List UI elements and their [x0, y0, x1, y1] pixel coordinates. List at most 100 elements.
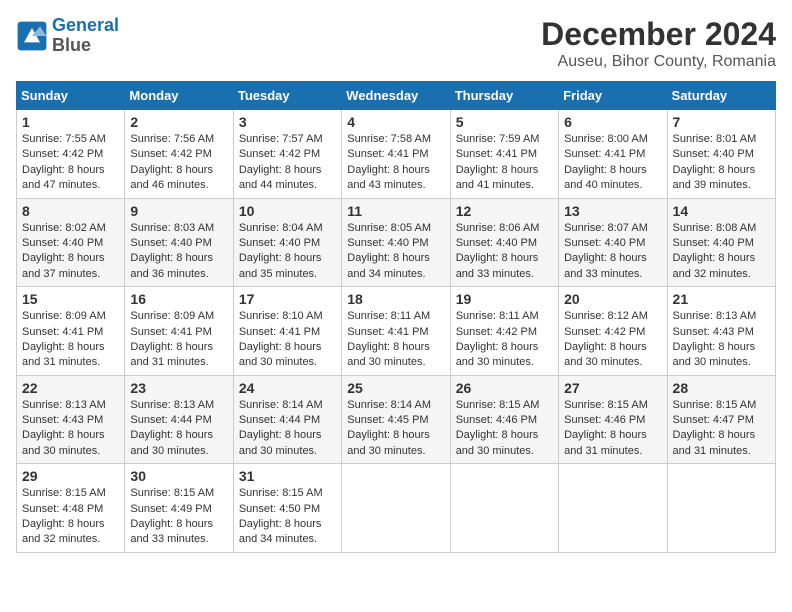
daylight-text: Daylight: 8 hours and 30 minutes. [130, 429, 213, 456]
sunrise-text: Sunrise: 8:01 AM [673, 133, 757, 145]
sunset-text: Sunset: 4:41 PM [456, 148, 537, 160]
day-info: Sunrise: 8:15 AM Sunset: 4:49 PM Dayligh… [130, 486, 227, 548]
sunrise-text: Sunrise: 8:13 AM [130, 399, 214, 411]
sunrise-text: Sunrise: 8:02 AM [22, 222, 106, 234]
sunrise-text: Sunrise: 8:11 AM [456, 310, 539, 322]
weekday-header: Saturday [667, 82, 775, 110]
day-info: Sunrise: 8:13 AM Sunset: 4:44 PM Dayligh… [130, 398, 227, 460]
empty-day-cell [342, 464, 450, 553]
sunset-text: Sunset: 4:48 PM [22, 503, 103, 515]
day-cell: 2 Sunrise: 7:56 AM Sunset: 4:42 PM Dayli… [125, 110, 233, 199]
day-number: 13 [564, 203, 661, 219]
day-number: 16 [130, 291, 227, 307]
day-number: 27 [564, 380, 661, 396]
day-info: Sunrise: 8:15 AM Sunset: 4:46 PM Dayligh… [564, 398, 661, 460]
day-number: 22 [22, 380, 119, 396]
calendar-header-row: SundayMondayTuesdayWednesdayThursdayFrid… [17, 82, 776, 110]
day-cell: 15 Sunrise: 8:09 AM Sunset: 4:41 PM Dayl… [17, 287, 125, 376]
day-cell: 10 Sunrise: 8:04 AM Sunset: 4:40 PM Dayl… [233, 198, 341, 287]
day-cell: 21 Sunrise: 8:13 AM Sunset: 4:43 PM Dayl… [667, 287, 775, 376]
sunset-text: Sunset: 4:40 PM [130, 237, 211, 249]
day-info: Sunrise: 8:00 AM Sunset: 4:41 PM Dayligh… [564, 132, 661, 194]
sunrise-text: Sunrise: 8:10 AM [239, 310, 323, 322]
day-cell: 13 Sunrise: 8:07 AM Sunset: 4:40 PM Dayl… [559, 198, 667, 287]
sunrise-text: Sunrise: 8:06 AM [456, 222, 540, 234]
daylight-text: Daylight: 8 hours and 30 minutes. [456, 429, 539, 456]
daylight-text: Daylight: 8 hours and 31 minutes. [564, 429, 647, 456]
day-number: 20 [564, 291, 661, 307]
daylight-text: Daylight: 8 hours and 33 minutes. [564, 252, 647, 279]
day-number: 29 [22, 468, 119, 484]
sunrise-text: Sunrise: 8:14 AM [347, 399, 431, 411]
day-number: 23 [130, 380, 227, 396]
sunrise-text: Sunrise: 8:15 AM [564, 399, 648, 411]
sunset-text: Sunset: 4:47 PM [673, 414, 754, 426]
day-info: Sunrise: 7:55 AM Sunset: 4:42 PM Dayligh… [22, 132, 119, 194]
sunset-text: Sunset: 4:46 PM [564, 414, 645, 426]
day-info: Sunrise: 7:58 AM Sunset: 4:41 PM Dayligh… [347, 132, 444, 194]
day-info: Sunrise: 8:13 AM Sunset: 4:43 PM Dayligh… [673, 309, 770, 371]
sunrise-text: Sunrise: 7:55 AM [22, 133, 106, 145]
day-info: Sunrise: 8:15 AM Sunset: 4:50 PM Dayligh… [239, 486, 336, 548]
daylight-text: Daylight: 8 hours and 31 minutes. [22, 341, 105, 368]
daylight-text: Daylight: 8 hours and 30 minutes. [239, 341, 322, 368]
day-info: Sunrise: 8:14 AM Sunset: 4:44 PM Dayligh… [239, 398, 336, 460]
day-cell: 31 Sunrise: 8:15 AM Sunset: 4:50 PM Dayl… [233, 464, 341, 553]
sunset-text: Sunset: 4:40 PM [673, 237, 754, 249]
day-info: Sunrise: 8:14 AM Sunset: 4:45 PM Dayligh… [347, 398, 444, 460]
calendar-week-row: 22 Sunrise: 8:13 AM Sunset: 4:43 PM Dayl… [17, 375, 776, 464]
day-number: 30 [130, 468, 227, 484]
day-number: 7 [673, 114, 770, 130]
daylight-text: Daylight: 8 hours and 34 minutes. [239, 518, 322, 545]
sunset-text: Sunset: 4:45 PM [347, 414, 428, 426]
day-cell: 12 Sunrise: 8:06 AM Sunset: 4:40 PM Dayl… [450, 198, 558, 287]
daylight-text: Daylight: 8 hours and 39 minutes. [673, 164, 756, 191]
weekday-header: Monday [125, 82, 233, 110]
sunrise-text: Sunrise: 8:15 AM [239, 487, 323, 499]
logo: GeneralBlue [16, 16, 119, 56]
sunset-text: Sunset: 4:42 PM [564, 326, 645, 338]
daylight-text: Daylight: 8 hours and 43 minutes. [347, 164, 430, 191]
daylight-text: Daylight: 8 hours and 30 minutes. [239, 429, 322, 456]
sunset-text: Sunset: 4:46 PM [456, 414, 537, 426]
sunrise-text: Sunrise: 8:14 AM [239, 399, 323, 411]
day-cell: 22 Sunrise: 8:13 AM Sunset: 4:43 PM Dayl… [17, 375, 125, 464]
day-info: Sunrise: 8:09 AM Sunset: 4:41 PM Dayligh… [22, 309, 119, 371]
day-cell: 8 Sunrise: 8:02 AM Sunset: 4:40 PM Dayli… [17, 198, 125, 287]
day-number: 2 [130, 114, 227, 130]
day-cell: 29 Sunrise: 8:15 AM Sunset: 4:48 PM Dayl… [17, 464, 125, 553]
day-number: 31 [239, 468, 336, 484]
day-number: 14 [673, 203, 770, 219]
day-number: 3 [239, 114, 336, 130]
sunrise-text: Sunrise: 8:15 AM [456, 399, 540, 411]
sunset-text: Sunset: 4:40 PM [456, 237, 537, 249]
sunset-text: Sunset: 4:43 PM [22, 414, 103, 426]
title-block: December 2024 Auseu, Bihor County, Roman… [541, 16, 776, 71]
daylight-text: Daylight: 8 hours and 32 minutes. [673, 252, 756, 279]
sunrise-text: Sunrise: 8:12 AM [564, 310, 648, 322]
daylight-text: Daylight: 8 hours and 30 minutes. [456, 341, 539, 368]
weekday-header: Tuesday [233, 82, 341, 110]
day-cell: 14 Sunrise: 8:08 AM Sunset: 4:40 PM Dayl… [667, 198, 775, 287]
day-number: 11 [347, 203, 444, 219]
day-cell: 5 Sunrise: 7:59 AM Sunset: 4:41 PM Dayli… [450, 110, 558, 199]
daylight-text: Daylight: 8 hours and 30 minutes. [22, 429, 105, 456]
day-number: 19 [456, 291, 553, 307]
day-cell: 18 Sunrise: 8:11 AM Sunset: 4:41 PM Dayl… [342, 287, 450, 376]
day-number: 9 [130, 203, 227, 219]
sunrise-text: Sunrise: 8:15 AM [130, 487, 214, 499]
sunset-text: Sunset: 4:42 PM [456, 326, 537, 338]
day-number: 25 [347, 380, 444, 396]
calendar-week-row: 15 Sunrise: 8:09 AM Sunset: 4:41 PM Dayl… [17, 287, 776, 376]
sunrise-text: Sunrise: 8:15 AM [22, 487, 106, 499]
sunset-text: Sunset: 4:44 PM [239, 414, 320, 426]
sunset-text: Sunset: 4:41 PM [564, 148, 645, 160]
sunrise-text: Sunrise: 8:04 AM [239, 222, 323, 234]
day-number: 17 [239, 291, 336, 307]
daylight-text: Daylight: 8 hours and 37 minutes. [22, 252, 105, 279]
day-info: Sunrise: 8:03 AM Sunset: 4:40 PM Dayligh… [130, 221, 227, 283]
sunrise-text: Sunrise: 7:58 AM [347, 133, 431, 145]
day-info: Sunrise: 7:56 AM Sunset: 4:42 PM Dayligh… [130, 132, 227, 194]
page-subtitle: Auseu, Bihor County, Romania [541, 53, 776, 71]
day-number: 15 [22, 291, 119, 307]
